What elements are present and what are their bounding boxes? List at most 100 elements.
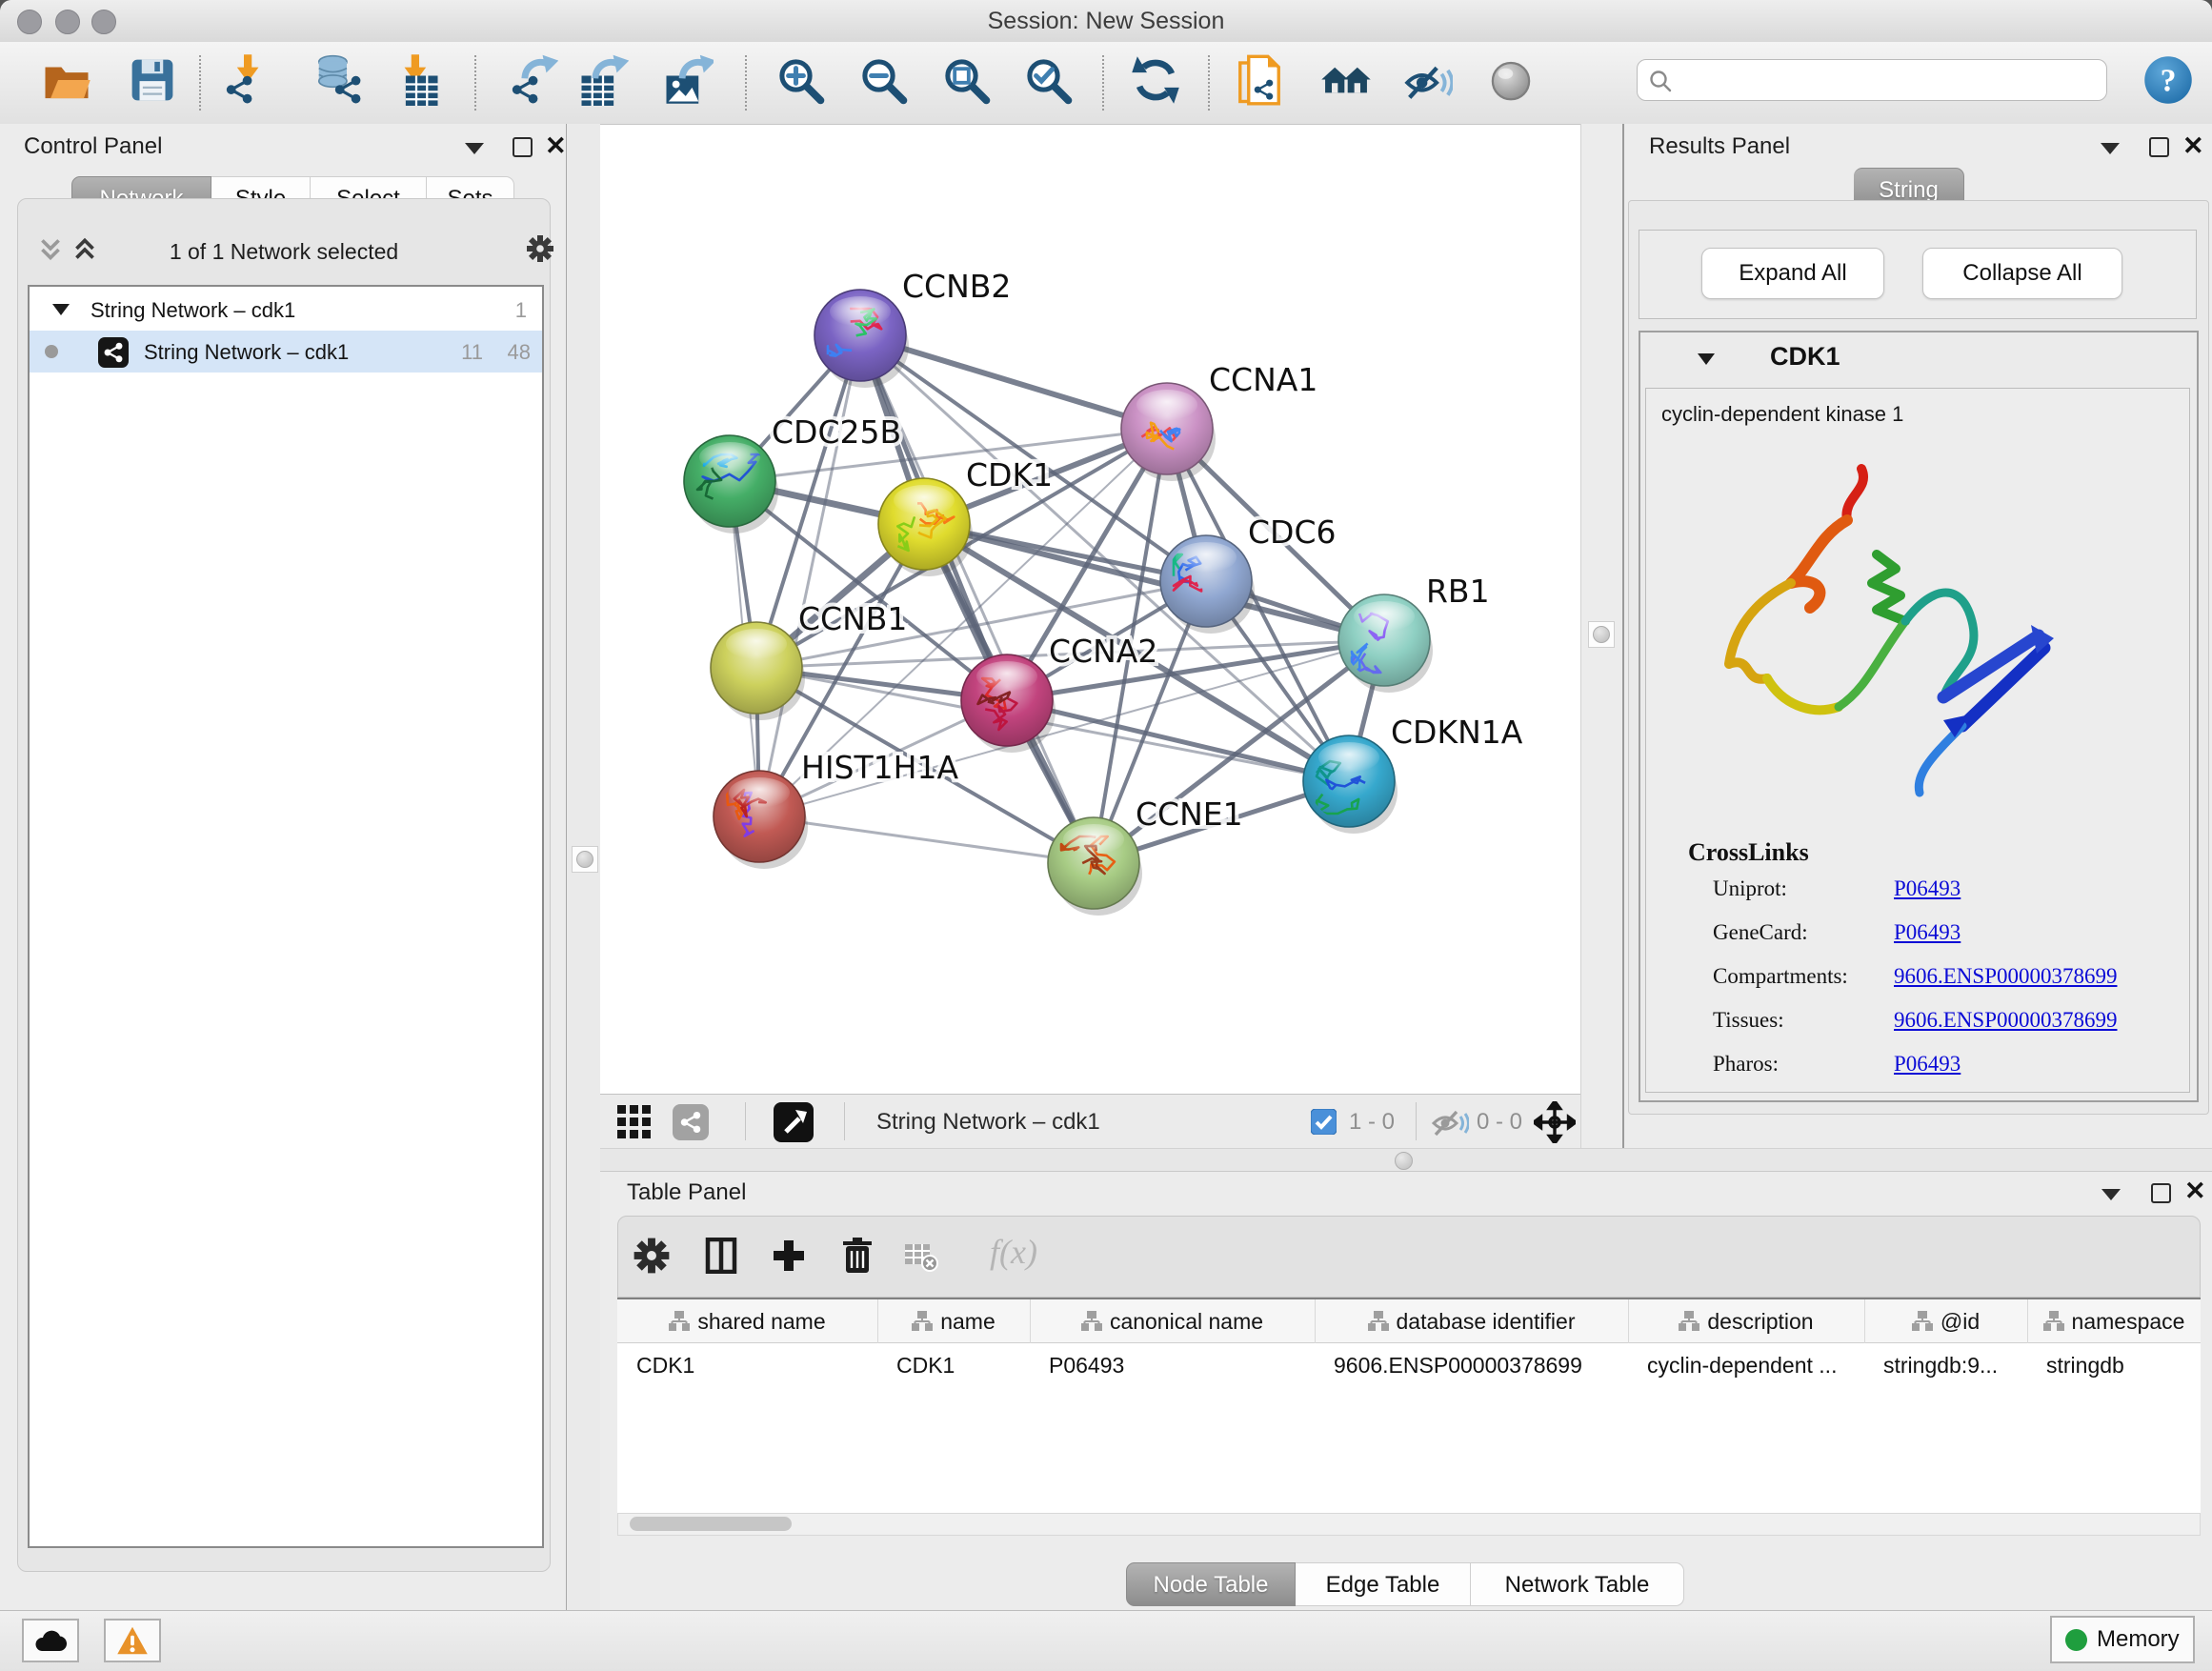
network-graph[interactable]: CCNB2CCNB2CCNA1CCNA1CDC25BCDC25BCDK1CDK1… bbox=[600, 125, 1580, 1095]
column-separator[interactable] bbox=[1628, 1299, 1629, 1343]
pan-crosshair-icon[interactable] bbox=[1534, 1101, 1576, 1143]
crosslink-link[interactable]: P06493 bbox=[1894, 1052, 1961, 1077]
left-splitter[interactable] bbox=[567, 124, 600, 1610]
crosslink-label: Uniprot: bbox=[1713, 876, 1787, 900]
warning-button[interactable] bbox=[104, 1619, 161, 1662]
export-table-icon[interactable] bbox=[577, 54, 629, 106]
table-cell[interactable]: cyclin-dependent ... bbox=[1647, 1343, 1860, 1387]
hide-selected-icon[interactable] bbox=[1401, 54, 1453, 106]
panel-float-icon[interactable] bbox=[513, 137, 533, 157]
horizontal-scrollbar[interactable] bbox=[617, 1513, 2201, 1536]
gear-icon[interactable] bbox=[525, 233, 555, 264]
zoom-in-icon[interactable] bbox=[774, 54, 826, 106]
network-share-toggle-icon[interactable] bbox=[673, 1104, 709, 1140]
network-node-CCNE1[interactable]: CCNE1CCNE1 bbox=[1048, 795, 1243, 916]
save-session-icon[interactable] bbox=[127, 54, 178, 106]
help-icon[interactable]: ? bbox=[2142, 54, 2194, 106]
network-node-HIST1H1A[interactable]: HIST1H1AHIST1H1A bbox=[714, 749, 958, 869]
cloud-button[interactable] bbox=[22, 1619, 79, 1662]
tab-node-table[interactable]: Node Table bbox=[1126, 1562, 1296, 1606]
panel-menu-icon[interactable] bbox=[465, 143, 484, 154]
panel-close-icon[interactable]: ✕ bbox=[545, 133, 567, 159]
right-splitter[interactable] bbox=[1580, 124, 1622, 1148]
zoom-out-icon[interactable] bbox=[857, 54, 909, 106]
app-window: Session: New Session bbox=[0, 0, 2212, 1671]
column-header-@id[interactable]: @id bbox=[1864, 1299, 2027, 1343]
crosslink-link[interactable]: 9606.ENSP00000378699 bbox=[1894, 964, 2118, 989]
open-session-icon[interactable] bbox=[41, 54, 92, 106]
import-network-database-icon[interactable] bbox=[312, 54, 364, 106]
new-network-from-selection-icon[interactable] bbox=[1234, 54, 1285, 106]
column-separator[interactable] bbox=[1030, 1299, 1031, 1343]
network-node-CCNA1[interactable]: CCNA1CCNA1 bbox=[1121, 361, 1317, 481]
scrollbar-thumb[interactable] bbox=[630, 1517, 792, 1531]
graphics-details-icon[interactable] bbox=[1485, 54, 1537, 106]
add-column-icon[interactable] bbox=[704, 1238, 740, 1274]
column-separator[interactable] bbox=[2027, 1299, 2028, 1343]
network-edge[interactable] bbox=[759, 335, 860, 816]
selected-checkbox[interactable] bbox=[1311, 1109, 1337, 1135]
collapse-triangle-icon[interactable] bbox=[52, 304, 70, 315]
panel-close-icon[interactable]: ✕ bbox=[2182, 133, 2204, 159]
panel-float-icon[interactable] bbox=[2151, 1183, 2171, 1203]
panel-float-icon[interactable] bbox=[2149, 137, 2169, 157]
add-row-icon[interactable] bbox=[771, 1238, 807, 1274]
export-network-icon[interactable] bbox=[507, 54, 558, 106]
network-node-CCNB1[interactable]: CCNB1CCNB1 bbox=[711, 600, 907, 720]
export-image-icon[interactable] bbox=[662, 54, 714, 106]
node-label: CCNA2 bbox=[1049, 633, 1157, 670]
tab-network-table[interactable]: Network Table bbox=[1471, 1562, 1684, 1606]
column-separator[interactable] bbox=[1864, 1299, 1865, 1343]
table-cell[interactable]: 9606.ENSP00000378699 bbox=[1334, 1343, 1624, 1387]
table-cell[interactable]: CDK1 bbox=[636, 1343, 874, 1387]
control-panel-title: Control Panel bbox=[24, 133, 162, 160]
network-node-CDKN1A[interactable]: CDKN1ACDKN1A bbox=[1303, 714, 1523, 834]
tab-edge-table[interactable]: Edge Table bbox=[1296, 1562, 1471, 1606]
search-input[interactable] bbox=[1637, 59, 2107, 101]
horizontal-splitter[interactable] bbox=[600, 1148, 2212, 1172]
column-separator[interactable] bbox=[877, 1299, 878, 1343]
import-table-file-icon[interactable] bbox=[391, 54, 442, 106]
column-header-namespace[interactable]: namespace bbox=[2027, 1299, 2201, 1343]
expand-all-button[interactable]: Expand All bbox=[1701, 248, 1884, 299]
crosslink-link[interactable]: P06493 bbox=[1894, 876, 1961, 901]
network-edge[interactable] bbox=[759, 816, 1094, 863]
column-header-shared-name[interactable]: shared name bbox=[617, 1299, 877, 1343]
table-settings-icon[interactable] bbox=[632, 1236, 672, 1276]
splitter-toggle-handle[interactable] bbox=[572, 846, 598, 873]
panel-menu-icon[interactable] bbox=[2101, 143, 2120, 154]
network-node-RB1[interactable]: RB1RB1 bbox=[1338, 573, 1490, 693]
main-toolbar: ? bbox=[0, 42, 2212, 125]
birdseye-grid-icon[interactable] bbox=[617, 1105, 651, 1138]
navigator-icon[interactable] bbox=[774, 1102, 814, 1142]
table-cell[interactable]: P06493 bbox=[1049, 1343, 1311, 1387]
apply-layout-icon[interactable] bbox=[1130, 54, 1181, 106]
column-header-canonical-name[interactable]: canonical name bbox=[1030, 1299, 1315, 1343]
crosslink-link[interactable]: 9606.ENSP00000378699 bbox=[1894, 1008, 2118, 1033]
memory-button[interactable]: Memory bbox=[2050, 1616, 2195, 1663]
zoom-selected-icon[interactable] bbox=[1022, 54, 1074, 106]
delete-icon[interactable] bbox=[838, 1236, 876, 1276]
network-row-selected[interactable]: String Network – cdk1 11 48 bbox=[30, 331, 542, 372]
hidden-eye-icon[interactable] bbox=[1431, 1108, 1469, 1138]
network-canvas[interactable]: CCNB2CCNB2CCNA1CCNA1CDC25BCDC25BCDK1CDK1… bbox=[600, 124, 1580, 1094]
title-bar: Session: New Session bbox=[0, 0, 2212, 43]
zoom-fit-icon[interactable] bbox=[940, 54, 992, 106]
collapse-all-button[interactable]: Collapse All bbox=[1922, 248, 2122, 299]
section-collapse-icon[interactable] bbox=[1698, 353, 1715, 365]
column-header-name[interactable]: name bbox=[877, 1299, 1030, 1343]
network-collection-row[interactable]: String Network – cdk1 1 bbox=[30, 289, 542, 331]
panel-menu-icon[interactable] bbox=[2101, 1189, 2121, 1200]
panel-close-icon[interactable]: ✕ bbox=[2184, 1178, 2206, 1204]
column-header-database-identifier[interactable]: database identifier bbox=[1315, 1299, 1628, 1343]
column-header-description[interactable]: description bbox=[1628, 1299, 1864, 1343]
import-network-file-icon[interactable] bbox=[221, 54, 272, 106]
table-cell[interactable]: CDK1 bbox=[896, 1343, 1026, 1387]
column-separator[interactable] bbox=[1315, 1299, 1316, 1343]
splitter-toggle-handle[interactable] bbox=[1588, 621, 1615, 648]
string-home-icon[interactable] bbox=[1320, 54, 1372, 106]
crosslink-link[interactable]: P06493 bbox=[1894, 920, 1961, 945]
table-cell[interactable]: stringdb bbox=[2046, 1343, 2197, 1387]
splitter-dot-handle[interactable] bbox=[1395, 1152, 1413, 1170]
table-cell[interactable]: stringdb:9... bbox=[1883, 1343, 2023, 1387]
